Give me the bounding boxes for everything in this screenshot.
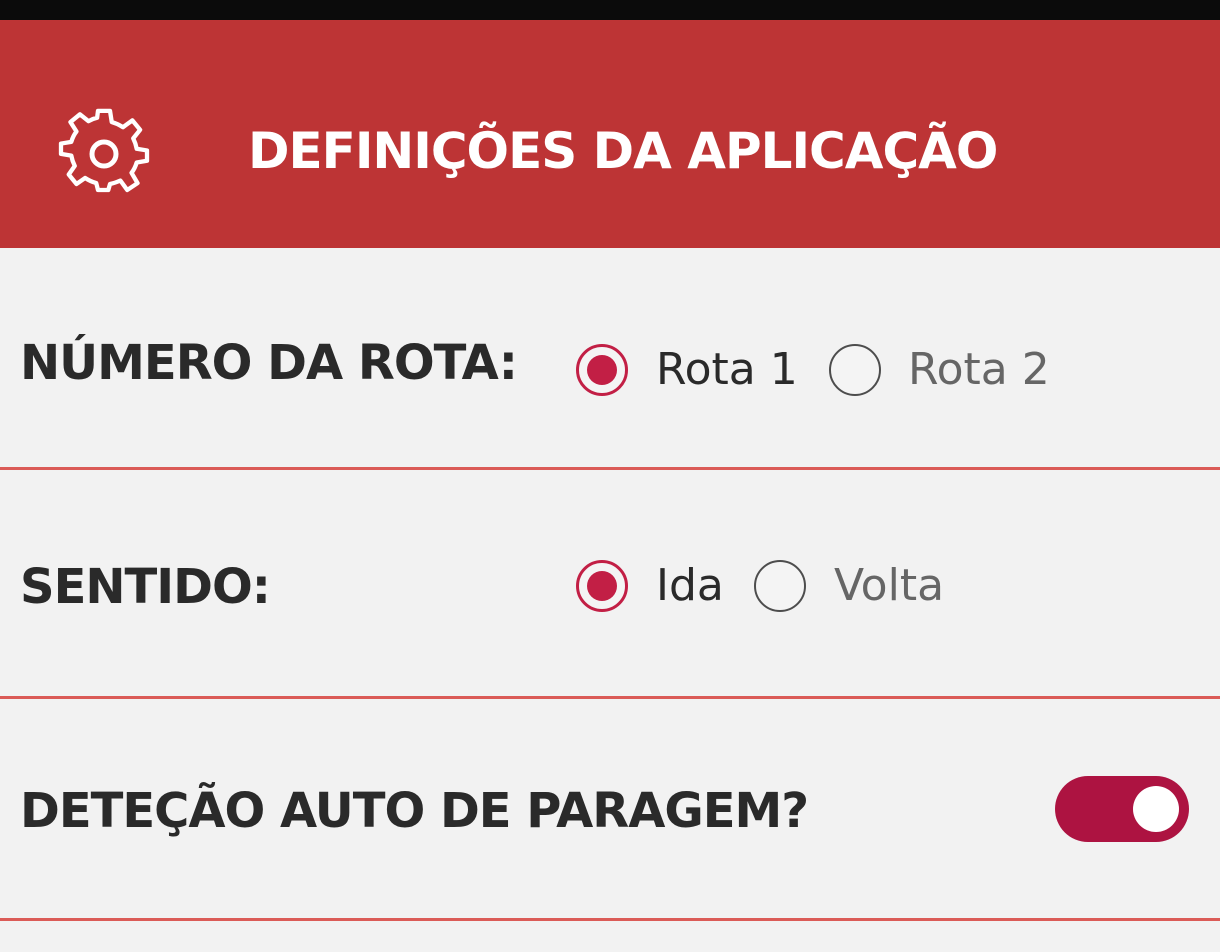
direction-option-volta-radio[interactable] xyxy=(754,560,806,612)
route-option-2-radio[interactable] xyxy=(829,344,881,396)
divider xyxy=(0,696,1220,699)
toggle-knob xyxy=(1133,786,1179,832)
direction-label: SENTIDO: xyxy=(20,559,271,615)
auto-stop-detection-label: DETEÇÃO AUTO DE PARAGEM? xyxy=(20,783,809,839)
status-bar xyxy=(0,0,1220,20)
divider xyxy=(0,467,1220,470)
app-header: DEFINIÇÕES DA APLICAÇÃO xyxy=(0,20,1220,248)
auto-stop-detection-toggle[interactable] xyxy=(1055,776,1189,842)
route-number-label: NÚMERO DA ROTA: xyxy=(20,335,518,391)
divider xyxy=(0,918,1220,921)
route-option-2-label[interactable]: Rota 2 xyxy=(908,340,1050,400)
route-option-1-label[interactable]: Rota 1 xyxy=(656,340,798,400)
route-option-1-radio[interactable] xyxy=(576,344,628,396)
direction-option-ida-radio[interactable] xyxy=(576,560,628,612)
direction-option-ida-label[interactable]: Ida xyxy=(656,556,724,616)
gear-icon[interactable] xyxy=(54,104,154,204)
page-title: DEFINIÇÕES DA APLICAÇÃO xyxy=(248,122,998,180)
direction-option-volta-label[interactable]: Volta xyxy=(834,556,944,616)
